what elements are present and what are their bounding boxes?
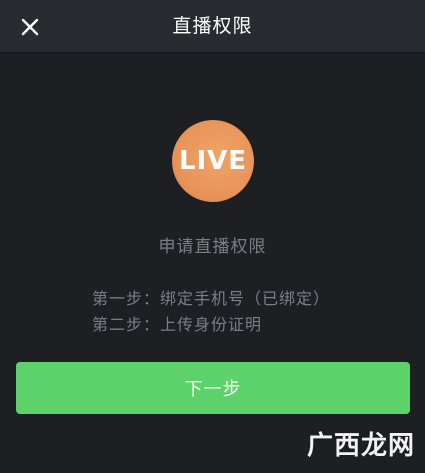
next-button[interactable]: 下一步 [16,362,410,414]
next-button-label: 下一步 [184,379,242,400]
top-bar: 直播权限 [0,0,425,53]
watermark-text: 广西龙网 [306,430,415,461]
step-item-2: 第二步：上传身份证明 [92,315,263,334]
step-item-1: 第一步：绑定手机号（已绑定） [92,289,331,308]
live-badge-wrap: LIVE [172,120,254,202]
live-permission-screen: 直播权限 LIVE 申请直播权限 第一步：绑定手机号（已绑定） 第二步：上传身份… [0,0,425,473]
steps-list: 第一步：绑定手机号（已绑定） 第二步：上传身份证明 [92,286,330,338]
watermark-logo: 广西龙网 [270,423,415,463]
permission-subtitle: 申请直播权限 [158,237,267,257]
page-title: 直播权限 [172,15,253,37]
live-badge: LIVE [172,120,254,202]
brand-mark-icon [277,431,301,455]
live-badge-label: LIVE [178,146,248,176]
